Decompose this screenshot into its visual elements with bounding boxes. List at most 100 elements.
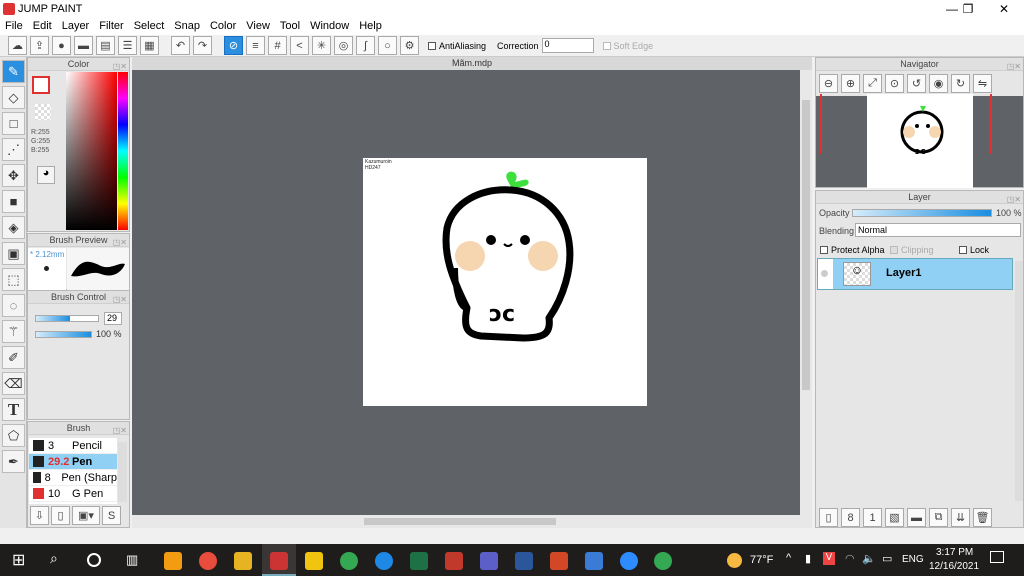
brush-item-pen[interactable]: 29.2 Pen [29, 454, 117, 470]
soft-edge-checkbox[interactable]: Soft Edge [602, 41, 653, 51]
volume-icon[interactable]: 🔈 [862, 552, 876, 565]
brush-item-g-pen[interactable]: 10 G Pen [29, 486, 117, 502]
zoom-in-icon[interactable]: ⊕ [841, 74, 860, 93]
menu-color[interactable]: Color [205, 18, 241, 35]
clock-time[interactable]: 3:17 PM [936, 547, 973, 558]
select-eraser-tool-icon[interactable]: ⌫ [2, 372, 25, 395]
comment-icon[interactable]: ● [52, 36, 71, 55]
new-brush-icon[interactable]: ▯ [51, 506, 70, 525]
message-icon[interactable]: ▬ [74, 36, 93, 55]
search-icon[interactable]: ⌕ [50, 550, 68, 568]
actual-size-icon[interactable]: ⊙ [885, 74, 904, 93]
app-icon-1[interactable] [164, 552, 182, 570]
vertical-scrollbar[interactable] [800, 70, 812, 515]
rotate-reset-icon[interactable]: ◉ [929, 74, 948, 93]
panel-close-icon[interactable]: ◳✕ [113, 424, 127, 437]
microphone-icon[interactable]: ▮ [805, 552, 811, 565]
snap-off-icon[interactable]: ⊘ [224, 36, 243, 55]
panel-close-icon[interactable]: ◳✕ [113, 293, 127, 306]
duplicate-layer-icon[interactable]: ⧉ [929, 508, 948, 527]
undo-icon[interactable]: ↶ [171, 36, 190, 55]
restore-button[interactable]: ❐ [950, 0, 986, 18]
word-icon[interactable] [515, 552, 533, 570]
perspective-snap-icon[interactable]: < [290, 36, 309, 55]
parallel-snap-icon[interactable]: ≡ [246, 36, 265, 55]
calculator-icon[interactable] [585, 552, 603, 570]
lasso-tool-icon[interactable]: ◌ [2, 294, 25, 317]
menu-edit[interactable]: Edit [28, 18, 57, 35]
hue-slider[interactable] [118, 72, 128, 230]
app-tray-icon[interactable]: V [823, 552, 835, 565]
protect-alpha-checkbox[interactable]: Protect Alpha [820, 245, 885, 255]
ellipse-snap-icon[interactable]: ○ [378, 36, 397, 55]
document-tab[interactable]: Mãm.mdp [132, 57, 812, 70]
rotate-left-icon[interactable]: ↺ [907, 74, 926, 93]
horizontal-scrollbar[interactable] [132, 515, 812, 528]
brush-item-pen-sharp[interactable]: 8 Pen (Sharp [29, 470, 117, 486]
edge-icon[interactable] [375, 552, 393, 570]
text-tool-icon[interactable]: T [2, 398, 25, 421]
delete-layer-icon[interactable]: 🗑 [973, 508, 992, 527]
task-view-icon[interactable]: ▥ [126, 552, 144, 570]
merge-layer-icon[interactable]: ⇊ [951, 508, 970, 527]
operation-tool-icon[interactable]: ⬠ [2, 424, 25, 447]
teams-icon[interactable] [480, 552, 498, 570]
rectangle-tool-icon[interactable]: □ [2, 112, 25, 135]
cloud-icon[interactable]: ☁ [8, 36, 27, 55]
correction-select[interactable]: 0 [541, 38, 594, 53]
grid-snap-icon[interactable]: # [268, 36, 287, 55]
rotate-right-icon[interactable]: ↻ [951, 74, 970, 93]
layer-visibility-toggle[interactable] [818, 259, 833, 289]
chrome-profile-icon[interactable] [654, 552, 672, 570]
battery-icon[interactable]: ▭ [882, 552, 892, 565]
menu-snap[interactable]: Snap [169, 18, 205, 35]
menu-select[interactable]: Select [129, 18, 170, 35]
radial-snap-icon[interactable]: ✳ [312, 36, 331, 55]
fit-icon[interactable]: ⤢ [863, 74, 882, 93]
brush-item-pencil[interactable]: 3 Pencil [29, 438, 117, 454]
new-layer-icon[interactable]: ▯ [819, 508, 838, 527]
photos-icon[interactable] [199, 552, 217, 570]
brush-download-icon[interactable]: ⇩ [30, 506, 49, 525]
menu-layer[interactable]: Layer [57, 18, 95, 35]
circle-snap-icon[interactable]: ◎ [334, 36, 353, 55]
transparent-color-swatch[interactable] [35, 104, 51, 120]
magic-wand-tool-icon[interactable]: ⚚ [2, 320, 25, 343]
language-indicator[interactable]: ENG [902, 554, 924, 565]
windows-start-icon[interactable]: ⊞ [12, 550, 30, 569]
curve-snap-icon[interactable]: ∫ [356, 36, 375, 55]
redo-icon[interactable]: ↷ [193, 36, 212, 55]
document-canvas[interactable]: Kazumuroin HD247 ↄc [363, 158, 647, 406]
palette-icon[interactable]: ◕ [37, 166, 55, 184]
brush-size-slider[interactable] [35, 315, 99, 322]
eraser-tool-icon[interactable]: ◇ [2, 86, 25, 109]
folder-icon[interactable]: ▬ [907, 508, 926, 527]
zoom-out-icon[interactable]: ⊖ [819, 74, 838, 93]
menu-file[interactable]: File [0, 18, 28, 35]
rect-select-tool-icon[interactable]: ⬚ [2, 268, 25, 291]
new-layer-8bit-icon[interactable]: 8 [841, 508, 860, 527]
app-icon-2[interactable] [445, 552, 463, 570]
fill-rect-tool-icon[interactable]: ■ [2, 190, 25, 213]
show-hidden-icons[interactable]: ^ [786, 552, 791, 564]
antialiasing-checkbox[interactable]: AntiAliasing [428, 41, 486, 51]
weather-temp[interactable]: 77°F [750, 554, 773, 566]
snap-settings-icon[interactable]: ⚙ [400, 36, 419, 55]
page-icon[interactable]: ▤ [96, 36, 115, 55]
close-button[interactable]: ✕ [986, 0, 1022, 18]
notification-icon[interactable] [990, 551, 1004, 563]
move-tool-icon[interactable]: ✥ [2, 164, 25, 187]
copy-brush-icon[interactable]: ▣▾ [72, 506, 100, 525]
file-explorer-icon[interactable] [305, 552, 323, 570]
excel-icon[interactable] [410, 552, 428, 570]
saturation-value-picker[interactable] [66, 72, 117, 230]
chrome-icon[interactable] [340, 552, 358, 570]
jump-paint-task[interactable] [262, 544, 296, 576]
cortana-icon[interactable] [87, 553, 101, 567]
powerpoint-icon[interactable] [550, 552, 568, 570]
brush-tool-icon[interactable]: ✎ [2, 60, 25, 83]
brush-list-scrollbar[interactable] [118, 442, 127, 502]
brush-opacity-slider[interactable] [35, 331, 92, 338]
panel-close-icon[interactable]: ◳✕ [1007, 60, 1021, 73]
clock-date[interactable]: 12/16/2021 [929, 561, 979, 572]
